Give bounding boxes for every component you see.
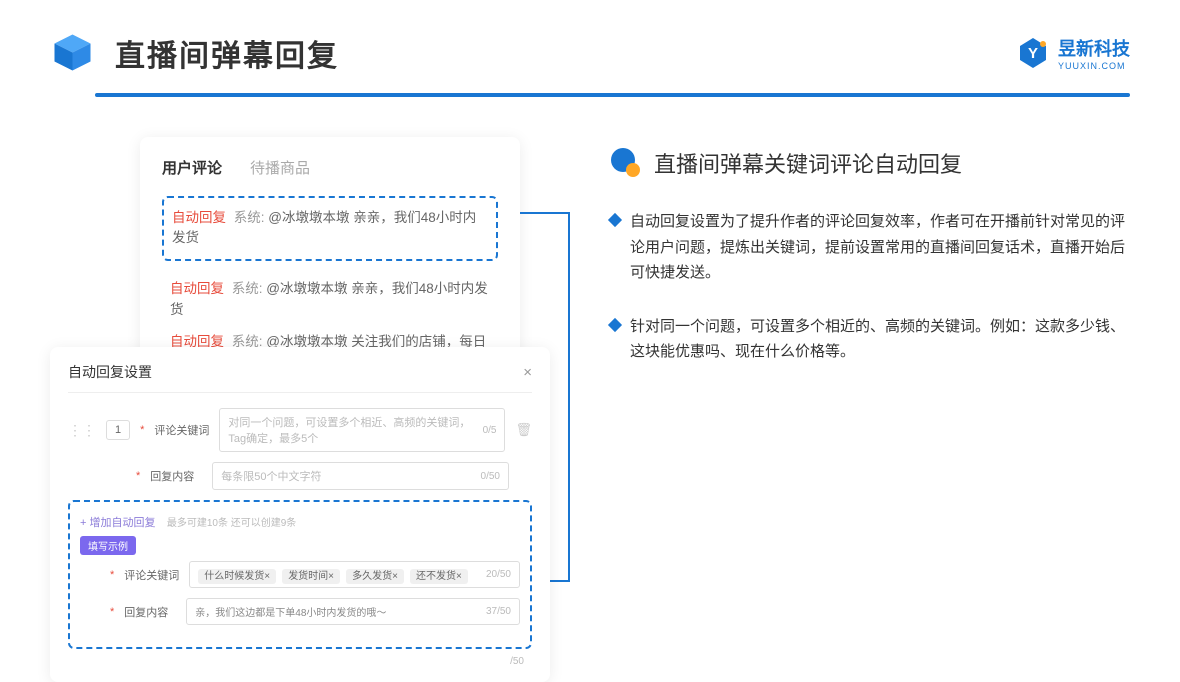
logo-en: YUUXIN.COM — [1058, 61, 1126, 71]
keyword-input[interactable]: 对同一个问题，可设置多个相近、高频的关键词，Tag确定，最多5个 0/5 — [219, 408, 505, 452]
rule-number: 1 — [106, 420, 130, 440]
auto-reply-tag: 自动回复 — [172, 210, 226, 225]
system-tag: 系统: — [234, 210, 265, 225]
bullet-text: 针对同一个问题，可设置多个相近的、高频的关键词。例如：这款多少钱、这块能优惠吗、… — [630, 314, 1130, 365]
ex-content-input[interactable]: 亲，我们这边都是下单48小时内发货的哦～ 37/50 — [186, 598, 520, 625]
tab-pending-products[interactable]: 待播商品 — [250, 157, 310, 178]
logo-cn: 昱新科技 — [1058, 35, 1130, 61]
keyword-counter: 0/5 — [483, 425, 497, 436]
tag-chip[interactable]: 还不发货× — [410, 569, 468, 584]
section-title: 直播间弹幕关键词评论自动回复 — [654, 147, 962, 179]
required-star: * — [136, 470, 140, 482]
drag-handle-icon[interactable]: ⋮⋮ — [68, 422, 96, 439]
highlighted-comment: 自动回复 系统: @冰墩墩本墩 亲亲，我们48小时内发货 — [162, 196, 498, 261]
comment-row: 自动回复 系统: @冰墩墩本墩 亲亲，我们48小时内发货 — [162, 273, 498, 326]
outer-counter-row: /50 — [68, 653, 532, 667]
svg-text:Y: Y — [1028, 45, 1038, 62]
delete-icon[interactable]: 🗑 — [515, 422, 532, 438]
diamond-icon — [608, 213, 622, 227]
ex-content-text: 亲，我们这边都是下单48小时内发货的哦～ — [195, 604, 386, 619]
connector-line — [568, 212, 570, 582]
example-section: + 增加自动回复 最多可建10条 还可以创建9条 填写示例 * 评论关键词 什么… — [68, 500, 532, 649]
header-left: 直播间弹幕回复 — [50, 30, 339, 75]
brand-logo: Y 昱新科技 YUUXIN.COM — [1016, 35, 1130, 71]
add-note: 最多可建10条 还可以创建9条 — [167, 518, 296, 529]
ex-keyword-input[interactable]: 什么时候发货× 发货时间× 多久发货× 还不发货× 20/50 — [189, 561, 520, 588]
chat-bubble-icon — [610, 147, 642, 179]
system-tag: 系统: — [232, 281, 263, 296]
tag-chip[interactable]: 什么时候发货× — [198, 569, 276, 584]
keyword-row: ⋮⋮ 1 * 评论关键词 对同一个问题，可设置多个相近、高频的关键词，Tag确定… — [68, 408, 532, 452]
tag-chip[interactable]: 多久发货× — [346, 569, 404, 584]
required-star: * — [140, 424, 144, 436]
page-header: 直播间弹幕回复 Y 昱新科技 YUUXIN.COM — [0, 0, 1180, 75]
add-rule-row: + 增加自动回复 最多可建10条 还可以创建9条 — [80, 514, 520, 530]
outer-counter: /50 — [510, 656, 524, 667]
content-label: 回复内容 — [150, 468, 202, 484]
keyword-placeholder: 对同一个问题，可设置多个相近、高频的关键词，Tag确定，最多5个 — [228, 414, 482, 446]
modal-header: 自动回复设置 × — [68, 362, 532, 393]
tabs: 用户评论 待播商品 — [162, 157, 498, 178]
right-panel: 直播间弹幕关键词评论自动回复 自动回复设置为了提升作者的评论回复效率，作者可在开… — [610, 137, 1130, 399]
section-header: 直播间弹幕关键词评论自动回复 — [610, 147, 1130, 179]
logo-text: 昱新科技 YUUXIN.COM — [1058, 35, 1130, 71]
keyword-label: 评论关键词 — [154, 422, 209, 438]
bullet-item: 针对同一个问题，可设置多个相近的、高频的关键词。例如：这款多少钱、这块能优惠吗、… — [610, 314, 1130, 365]
ex-content-label: 回复内容 — [124, 604, 176, 620]
content-counter: 0/50 — [481, 471, 500, 482]
bullet-text: 自动回复设置为了提升作者的评论回复效率，作者可在开播前针对常见的评论用户问题，提… — [630, 209, 1130, 286]
modal-title: 自动回复设置 — [68, 362, 152, 382]
cube-icon — [50, 30, 95, 75]
add-auto-reply-link[interactable]: + 增加自动回复 — [80, 517, 155, 529]
example-keyword-row: * 评论关键词 什么时候发货× 发货时间× 多久发货× 还不发货× 20/50 — [80, 561, 520, 588]
auto-reply-settings-modal: 自动回复设置 × ⋮⋮ 1 * 评论关键词 对同一个问题，可设置多个相近、高频的… — [50, 347, 550, 682]
content-row: * 回复内容 每条限50个中文字符 0/50 — [68, 462, 532, 490]
auto-reply-tag: 自动回复 — [170, 281, 224, 296]
page-title: 直播间弹幕回复 — [115, 31, 339, 75]
left-panel: 用户评论 待播商品 自动回复 系统: @冰墩墩本墩 亲亲，我们48小时内发货 自… — [50, 137, 550, 399]
tag-chips: 什么时候发货× 发货时间× 多久发货× 还不发货× — [198, 567, 471, 582]
content-placeholder: 每条限50个中文字符 — [221, 468, 321, 484]
ex-keyword-counter: 20/50 — [486, 569, 511, 580]
required-star: * — [110, 606, 114, 618]
diamond-icon — [608, 317, 622, 331]
tab-user-comments[interactable]: 用户评论 — [162, 157, 222, 178]
required-star: * — [110, 569, 114, 581]
bullet-item: 自动回复设置为了提升作者的评论回复效率，作者可在开播前针对常见的评论用户问题，提… — [610, 209, 1130, 286]
example-content-row: * 回复内容 亲，我们这边都是下单48小时内发货的哦～ 37/50 — [80, 598, 520, 625]
example-badge: 填写示例 — [80, 536, 136, 555]
connector-line — [520, 212, 570, 214]
tag-chip[interactable]: 发货时间× — [282, 569, 340, 584]
logo-icon: Y — [1016, 36, 1050, 70]
main-content: 用户评论 待播商品 自动回复 系统: @冰墩墩本墩 亲亲，我们48小时内发货 自… — [0, 97, 1180, 399]
content-input[interactable]: 每条限50个中文字符 0/50 — [212, 462, 509, 490]
ex-content-counter: 37/50 — [486, 606, 511, 617]
ex-keyword-label: 评论关键词 — [124, 567, 179, 583]
close-icon[interactable]: × — [523, 364, 532, 381]
